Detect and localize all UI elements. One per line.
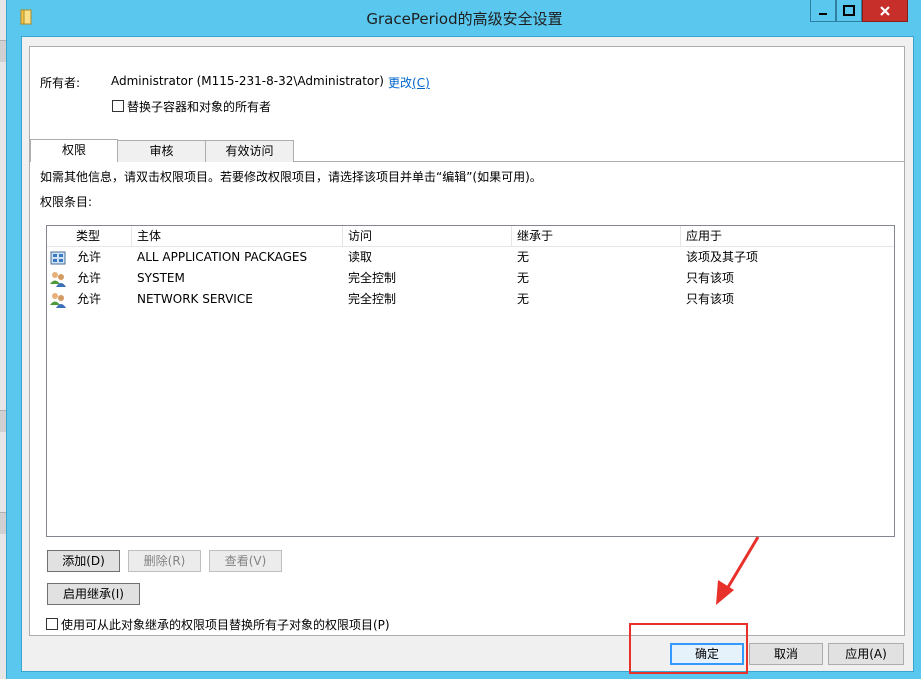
row-access: 完全控制 bbox=[348, 292, 397, 306]
settings-panel: 所有者: Administrator (M115-231-8-32\Admini… bbox=[29, 46, 905, 636]
row-type: 允许 bbox=[77, 292, 102, 306]
column-inherited-from[interactable]: 继承于 bbox=[512, 226, 681, 247]
row-type: 允许 bbox=[77, 271, 102, 285]
row-access: 完全控制 bbox=[348, 271, 397, 285]
users-icon bbox=[50, 272, 66, 287]
row-inherited-from: 无 bbox=[517, 271, 530, 285]
table-row[interactable]: 允许 SYSTEM 完全控制 无 只有该项 bbox=[47, 268, 894, 289]
permission-entries-label: 权限条目: bbox=[40, 195, 93, 209]
row-inherited-from: 无 bbox=[517, 292, 530, 306]
minimize-button[interactable] bbox=[810, 0, 836, 22]
title-bar[interactable]: GracePeriod的高级安全设置 bbox=[7, 0, 921, 36]
tab-effective-access[interactable]: 有效访问 bbox=[205, 140, 294, 162]
close-icon bbox=[880, 5, 890, 16]
table-row[interactable]: 允许 ALL APPLICATION PACKAGES 读取 无 该项及其子项 bbox=[47, 247, 894, 268]
maximize-button[interactable] bbox=[836, 0, 862, 22]
row-principal: ALL APPLICATION PACKAGES bbox=[137, 250, 308, 264]
row-principal: SYSTEM bbox=[137, 271, 185, 285]
column-applies-to[interactable]: 应用于 bbox=[681, 226, 894, 247]
change-owner-link[interactable]: 更改(C) bbox=[388, 74, 430, 91]
column-principal[interactable]: 主体 bbox=[132, 226, 343, 247]
change-owner-hotkey: (C) bbox=[412, 76, 430, 90]
change-owner-link-text: 更改 bbox=[388, 76, 413, 90]
permission-entries-list[interactable]: 类型 主体 访问 继承于 应用于 允许 ALL APPLICATION PACK… bbox=[46, 225, 895, 537]
remove-button[interactable]: 删除(R) bbox=[128, 550, 201, 572]
list-column-header: 类型 主体 访问 继承于 应用于 bbox=[47, 226, 894, 247]
security-settings-window: GracePeriod的高级安全设置 所有者: Administrator (M… bbox=[6, 0, 921, 679]
close-button[interactable] bbox=[862, 0, 908, 22]
column-access[interactable]: 访问 bbox=[343, 226, 512, 247]
apply-button[interactable]: 应用(A) bbox=[828, 643, 904, 665]
window-title: GracePeriod的高级安全设置 bbox=[366, 10, 563, 28]
owner-label: 所有者: bbox=[40, 76, 81, 90]
info-text: 如需其他信息，请双击权限项目。若要修改权限项目，请选择该项目并单击“编辑”(如果… bbox=[40, 170, 542, 184]
row-type: 允许 bbox=[77, 250, 102, 264]
replace-child-permissions-checkbox[interactable] bbox=[46, 618, 58, 630]
table-row[interactable]: 允许 NETWORK SERVICE 完全控制 无 只有该项 bbox=[47, 289, 894, 310]
annotation-highlight-box bbox=[629, 623, 748, 674]
row-inherited-from: 无 bbox=[517, 250, 530, 264]
row-applies-to: 该项及其子项 bbox=[686, 250, 759, 264]
replace-owner-label: 替换子容器和对象的所有者 bbox=[127, 100, 272, 114]
package-icon bbox=[50, 251, 66, 265]
cancel-button[interactable]: 取消 bbox=[749, 643, 823, 665]
tab-auditing[interactable]: 审核 bbox=[117, 140, 206, 162]
users-icon bbox=[50, 293, 66, 308]
row-access: 读取 bbox=[348, 250, 373, 264]
view-button[interactable]: 查看(V) bbox=[209, 550, 282, 572]
tab-permissions[interactable]: 权限 bbox=[30, 139, 118, 162]
row-applies-to: 只有该项 bbox=[686, 292, 735, 306]
dialog-client-area: 所有者: Administrator (M115-231-8-32\Admini… bbox=[21, 36, 914, 672]
maximize-icon bbox=[843, 4, 855, 16]
replace-child-permissions-label: 使用可从此对象继承的权限项目替换所有子对象的权限项目(P) bbox=[61, 618, 390, 632]
enable-inheritance-button[interactable]: 启用继承(I) bbox=[47, 583, 140, 605]
add-button[interactable]: 添加(D) bbox=[47, 550, 120, 572]
minimize-icon bbox=[819, 12, 827, 15]
replace-owner-checkbox[interactable] bbox=[112, 100, 124, 112]
owner-value: Administrator (M115-231-8-32\Administrat… bbox=[111, 74, 384, 88]
column-type[interactable]: 类型 bbox=[71, 226, 132, 247]
row-applies-to: 只有该项 bbox=[686, 271, 735, 285]
row-principal: NETWORK SERVICE bbox=[137, 292, 253, 306]
